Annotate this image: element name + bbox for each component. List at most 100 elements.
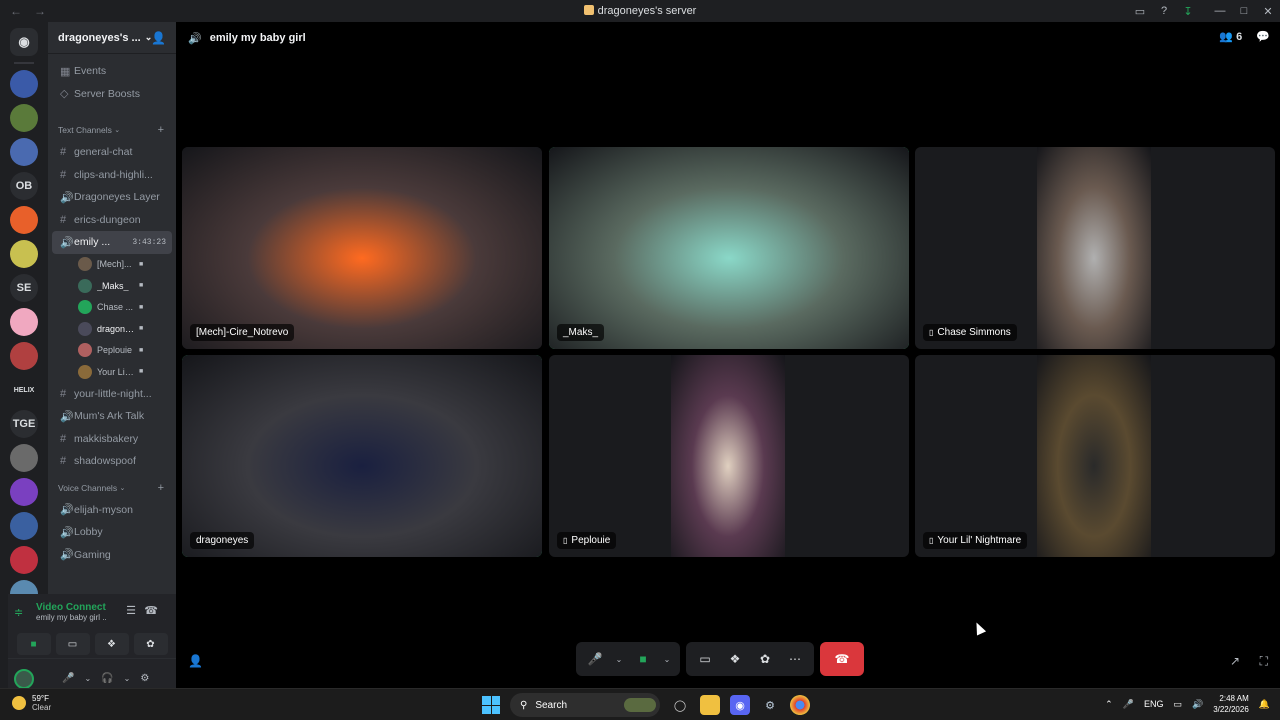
video-tile[interactable]: ▯ Peplouie: [549, 355, 909, 557]
connection-channel[interactable]: emily my baby girl ...: [36, 613, 106, 622]
activities-button[interactable]: ❖: [94, 633, 129, 655]
camera-button[interactable]: ■: [630, 646, 656, 672]
discord-home-icon[interactable]: ◉: [10, 28, 38, 56]
network-icon[interactable]: ▭: [1173, 699, 1182, 710]
video-tile[interactable]: ▯ Chase Simmons: [915, 147, 1275, 349]
voice-participant[interactable]: _Maks_ ■: [48, 275, 176, 297]
channel-item[interactable]: # shadowspoof: [48, 450, 176, 473]
voice-channel-active[interactable]: 🔊 emily ... 3:43:23: [52, 231, 172, 254]
notification-bell-icon[interactable]: 🔔: [1259, 699, 1270, 710]
discord-taskbar-icon[interactable]: ◉: [730, 695, 750, 715]
server-icon[interactable]: OB: [10, 172, 38, 200]
file-explorer-icon[interactable]: [700, 695, 720, 715]
more-options-button[interactable]: ⋯: [782, 646, 808, 672]
headphones-icon[interactable]: 🎧: [101, 673, 113, 684]
video-tile[interactable]: ▯ Your Lil' Nightmare: [915, 355, 1275, 557]
voice-participant[interactable]: Chase ... ■: [48, 297, 176, 319]
server-icon[interactable]: [10, 512, 38, 540]
video-tile[interactable]: _Maks_: [549, 147, 909, 349]
members-button[interactable]: 👥 6: [1219, 30, 1242, 43]
signal-icon[interactable]: ≑: [14, 606, 30, 619]
video-tile[interactable]: [Mech]-Cire_Notrevo: [182, 147, 542, 349]
app-icon[interactable]: ◯: [670, 695, 690, 715]
volume-icon[interactable]: 🔊: [1192, 699, 1203, 710]
channel-item[interactable]: 🔊 Dragoneyes Layer: [48, 186, 176, 209]
screen-share-button[interactable]: ▭: [55, 633, 90, 655]
server-icon[interactable]: [10, 104, 38, 132]
screen-share-button[interactable]: ▭: [692, 646, 718, 672]
add-channel-icon[interactable]: +: [158, 124, 164, 136]
camera-options-chevron[interactable]: ⌄: [660, 646, 674, 672]
chevron-up-icon[interactable]: ⌃: [1105, 699, 1113, 710]
voice-participant[interactable]: Peplouie ■: [48, 340, 176, 362]
disconnect-icon[interactable]: ☎: [144, 604, 158, 617]
close-button[interactable]: ✕: [1256, 5, 1280, 18]
microphone-icon[interactable]: 🎤: [1123, 699, 1134, 710]
microphone-button[interactable]: 🎤: [582, 646, 608, 672]
server-icon[interactable]: HELIX: [10, 376, 38, 404]
activities-button[interactable]: ❖: [722, 646, 748, 672]
server-icon[interactable]: [10, 70, 38, 98]
text-channels-category[interactable]: Text Channels ⌄ +: [48, 119, 176, 141]
channel-item[interactable]: 🔊 elijah-myson: [48, 499, 176, 522]
language-indicator[interactable]: ENG: [1144, 699, 1164, 709]
download-icon[interactable]: ↧: [1176, 5, 1200, 18]
soundboard-button[interactable]: ✿: [752, 646, 778, 672]
settings-gear-icon[interactable]: ⚙: [140, 673, 149, 684]
inbox-icon[interactable]: ▭: [1128, 5, 1152, 18]
channel-item[interactable]: # makkisbakery: [48, 428, 176, 451]
channel-item[interactable]: # erics-dungeon: [48, 209, 176, 232]
popout-icon[interactable]: ↗: [1230, 654, 1240, 668]
server-icon[interactable]: SE: [10, 274, 38, 302]
server-header[interactable]: dragoneyes's ... ⌄ 👤: [48, 22, 176, 54]
voice-channels-category[interactable]: Voice Channels ⌄ +: [48, 477, 176, 499]
server-icon[interactable]: [10, 444, 38, 472]
camera-button[interactable]: ■: [16, 633, 51, 655]
back-arrow-icon[interactable]: ←: [10, 4, 22, 18]
channel-item[interactable]: 🔊 Lobby: [48, 521, 176, 544]
voice-participant[interactable]: dragoneyes ■: [48, 318, 176, 340]
windows-start-icon[interactable]: [482, 696, 500, 714]
invite-people-icon[interactable]: 👤: [188, 654, 203, 668]
clock[interactable]: 2:48 AM 3/22/2026: [1213, 693, 1249, 715]
voice-participant[interactable]: Your Lil' Ni... ■: [48, 361, 176, 383]
server-icon[interactable]: [10, 342, 38, 370]
server-icon[interactable]: [10, 240, 38, 268]
chrome-icon[interactable]: [790, 695, 810, 715]
user-avatar[interactable]: [14, 668, 34, 689]
forward-arrow-icon[interactable]: →: [34, 4, 46, 18]
video-tile[interactable]: dragoneyes: [182, 355, 542, 557]
steam-icon[interactable]: ⚙: [760, 695, 780, 715]
connection-status[interactable]: Video Connected: [36, 602, 106, 613]
minimize-button[interactable]: —: [1208, 5, 1232, 17]
taskbar-search[interactable]: ⚲ Search: [510, 693, 660, 717]
server-icon[interactable]: [10, 138, 38, 166]
chevron-down-icon[interactable]: ⌄: [124, 674, 131, 683]
soundboard-button[interactable]: ✿: [133, 633, 168, 655]
voice-participant[interactable]: [Mech]... ■: [48, 254, 176, 276]
server-icon[interactable]: TGE: [10, 410, 38, 438]
invite-icon[interactable]: 👤: [151, 31, 166, 45]
maximize-button[interactable]: □: [1232, 5, 1256, 17]
channel-item[interactable]: # your-little-night...: [48, 383, 176, 406]
add-channel-icon[interactable]: +: [158, 482, 164, 494]
server-icon[interactable]: [10, 478, 38, 506]
noise-suppression-icon[interactable]: ☰: [126, 604, 136, 617]
channel-item[interactable]: # general-chat: [48, 141, 176, 164]
microphone-icon[interactable]: 🎤: [62, 673, 74, 684]
channel-item[interactable]: 🔊 Mum's Ark Talk: [48, 405, 176, 428]
events-link[interactable]: ▦ Events: [48, 60, 176, 83]
server-icon[interactable]: [10, 206, 38, 234]
server-icon[interactable]: [10, 546, 38, 574]
server-icon[interactable]: [10, 308, 38, 336]
mic-options-chevron[interactable]: ⌄: [612, 646, 626, 672]
server-boosts-link[interactable]: ◇ Server Boosts: [48, 83, 176, 106]
chevron-down-icon[interactable]: ⌄: [84, 674, 91, 683]
weather-widget[interactable]: 59°F Clear: [12, 694, 51, 712]
chat-bubble-icon[interactable]: 💬: [1256, 30, 1270, 43]
fullscreen-icon[interactable]: ⛶: [1260, 654, 1268, 669]
disconnect-call-button[interactable]: ☎: [820, 642, 864, 676]
channel-item[interactable]: # clips-and-highli...: [48, 164, 176, 187]
channel-item[interactable]: 🔊 Gaming: [48, 544, 176, 567]
help-icon[interactable]: ?: [1152, 5, 1176, 17]
